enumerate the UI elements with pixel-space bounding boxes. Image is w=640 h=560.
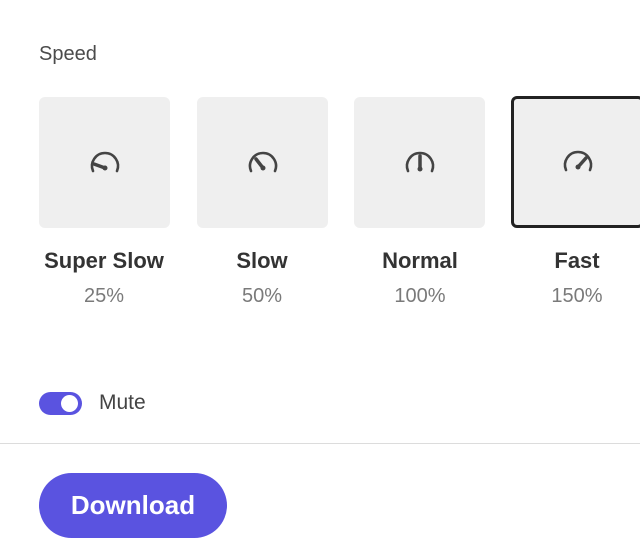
mute-label: Mute (99, 391, 146, 414)
speed-panel: Speed Super Slow 25% Slow 50% Normal 100… (0, 0, 640, 560)
speed-option-percent: 100% (394, 285, 446, 307)
gauge-normal-icon (405, 151, 434, 172)
gauge-slow-icon (248, 151, 277, 172)
speed-section-label: Speed (39, 43, 97, 65)
speed-option-fast[interactable] (511, 96, 640, 228)
download-button[interactable]: Download (39, 473, 227, 538)
speed-option-normal[interactable] (354, 97, 485, 228)
speed-option-slow[interactable] (197, 97, 328, 228)
speed-option-percent: 50% (241, 285, 283, 307)
toggle-knob (61, 395, 78, 412)
speed-option-label: Fast (554, 248, 600, 273)
speed-option-label: Normal (382, 248, 458, 273)
speed-option-super-slow[interactable] (39, 97, 170, 228)
speed-option-label: Super Slow (44, 248, 164, 273)
speed-option-percent: 150% (551, 285, 603, 307)
speed-option-label: Slow (236, 248, 288, 273)
divider (0, 443, 640, 444)
mute-toggle[interactable] (39, 392, 82, 415)
gauge-fast-icon (563, 150, 592, 172)
speed-option-percent: 25% (83, 285, 125, 307)
gauge-super-slow-icon (90, 151, 119, 172)
